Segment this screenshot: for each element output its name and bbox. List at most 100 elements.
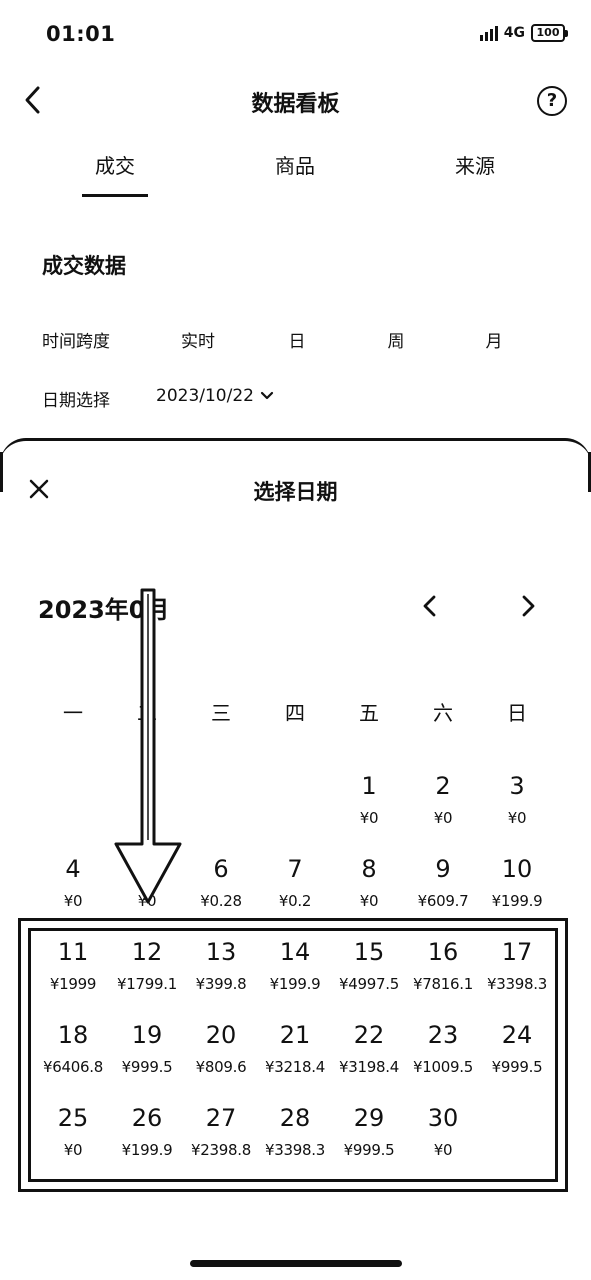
day-number: 16 [427,938,459,966]
day-amount: ¥199.9 [269,975,321,993]
day-number: 30 [427,1104,459,1132]
calendar-day[interactable]: 26 ¥199.9 [110,1103,184,1159]
calendar-day[interactable]: 19 ¥999.5 [110,1020,184,1076]
prev-month-button[interactable] [418,592,442,620]
day-amount: ¥0 [63,892,83,910]
span-option-day[interactable]: 日 [267,327,327,352]
day-number: 20 [205,1021,237,1049]
calendar-day[interactable]: 9 ¥609.7 [406,854,480,910]
calendar-day[interactable]: 23 ¥1009.5 [406,1020,480,1076]
day-amount: ¥4997.5 [339,975,399,993]
day-number: 24 [501,1021,533,1049]
calendar-day[interactable]: 30 ¥0 [406,1103,480,1159]
calendar-day[interactable]: 16 ¥7816.1 [406,937,480,993]
day-number: 17 [501,938,533,966]
day-number: 27 [205,1104,237,1132]
annotation-arrow-icon [114,588,182,904]
day-amount: ¥999.5 [121,1058,173,1076]
day-number: 21 [279,1021,311,1049]
calendar-day[interactable]: 4 ¥0 [36,854,110,910]
day-amount: ¥0.28 [200,892,242,910]
calendar-day[interactable]: 11 ¥1999 [36,937,110,993]
calendar-day[interactable]: 25 ¥0 [36,1103,110,1159]
calendar-day[interactable]: 3 ¥0 [480,771,554,827]
span-option-week[interactable]: 周 [366,327,426,352]
calendar-day[interactable]: 29 ¥999.5 [332,1103,406,1159]
calendar-day[interactable]: 18 ¥6406.8 [36,1020,110,1076]
tab-source[interactable]: 来源 [415,150,535,179]
calendar-day[interactable]: 12 ¥1799.1 [110,937,184,993]
day-amount: ¥3398.3 [265,1141,325,1159]
day-number: 3 [509,772,525,800]
day-amount: ¥1999 [49,975,97,993]
calendar-day[interactable]: 27 ¥2398.8 [184,1103,258,1159]
chevron-right-icon [522,595,535,617]
day-number: 15 [353,938,385,966]
day-amount: ¥6406.8 [43,1058,103,1076]
day-number: 22 [353,1021,385,1049]
day-amount: ¥0 [359,892,379,910]
day-amount: ¥399.8 [195,975,247,993]
calendar-day[interactable]: 14 ¥199.9 [258,937,332,993]
day-amount: ¥3398.3 [487,975,547,993]
date-select-value: 2023/10/22 [156,386,254,406]
calendar-day[interactable]: 24 ¥999.5 [480,1020,554,1076]
calendar-day[interactable]: 7 ¥0.2 [258,854,332,910]
calendar-day[interactable]: 1 ¥0 [332,771,406,827]
day-number: 26 [131,1104,163,1132]
sheet-title: 选择日期 [253,480,338,504]
day-amount: ¥1009.5 [413,1058,473,1076]
day-number: 6 [213,855,229,883]
day-number: 11 [57,938,89,966]
day-amount: ¥0 [507,809,527,827]
calendar-day[interactable]: 10 ¥199.9 [480,854,554,910]
page-title: 数据看板 [251,92,340,117]
tab-products[interactable]: 商品 [235,150,355,179]
day-number: 28 [279,1104,311,1132]
signal-icon [479,25,498,41]
day-amount: ¥0.2 [278,892,312,910]
chevron-left-icon [423,595,436,617]
help-button[interactable]: ? [537,86,567,116]
calendar-day[interactable]: 22 ¥3198.4 [332,1020,406,1076]
span-option-month[interactable]: 月 [464,327,524,352]
day-number: 4 [65,855,81,883]
day-amount: ¥3218.4 [265,1058,325,1076]
calendar-day[interactable]: 2 ¥0 [406,771,480,827]
date-select-dropdown[interactable]: 2023/10/22 [156,386,274,406]
day-number: 10 [501,855,533,883]
day-number: 19 [131,1021,163,1049]
active-tab-indicator [82,194,148,197]
calendar-day[interactable]: 13 ¥399.8 [184,937,258,993]
calendar-day[interactable]: 21 ¥3218.4 [258,1020,332,1076]
calendar-day[interactable]: 28 ¥3398.3 [258,1103,332,1159]
calendar-day[interactable]: 17 ¥3398.3 [480,937,554,993]
day-number: 14 [279,938,311,966]
next-month-button[interactable] [516,592,540,620]
day-number: 9 [435,855,451,883]
calendar-day[interactable]: 20 ¥809.6 [184,1020,258,1076]
day-amount: ¥199.9 [121,1141,173,1159]
status-time: 01:01 [46,22,116,46]
day-number: 18 [57,1021,89,1049]
day-amount: ¥3198.4 [339,1058,399,1076]
weekday-thu: 四 [285,701,305,725]
day-number: 25 [57,1104,89,1132]
day-amount: ¥999.5 [491,1058,543,1076]
calendar-day[interactable]: 15 ¥4997.5 [332,937,406,993]
day-number: 1 [361,772,377,800]
weekday-fri: 五 [359,701,379,725]
day-amount: ¥0 [63,1141,83,1159]
time-span-label: 时间跨度 [42,332,110,352]
day-number: 13 [205,938,237,966]
tab-deal[interactable]: 成交 [55,150,175,179]
day-number: 8 [361,855,377,883]
day-amount: ¥0 [359,809,379,827]
status-icons: 4G 100 [479,24,568,42]
calendar-day[interactable]: 8 ¥0 [332,854,406,910]
day-number: 12 [131,938,163,966]
calendar-day[interactable]: 6 ¥0.28 [184,854,258,910]
weekday-mon: 一 [63,701,83,725]
day-amount: ¥0 [433,809,453,827]
span-option-realtime[interactable]: 实时 [168,327,228,352]
